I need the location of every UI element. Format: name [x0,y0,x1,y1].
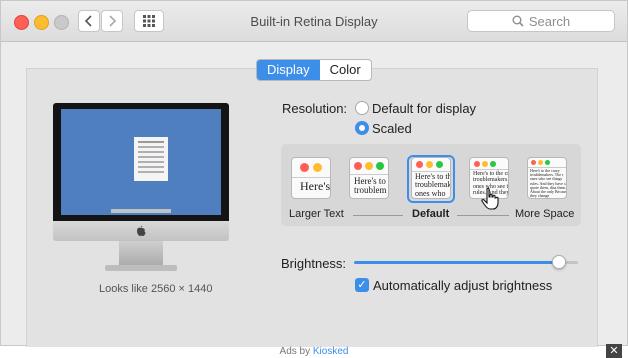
preview-document [134,137,168,181]
brightness-slider-track[interactable] [354,261,578,264]
scale-option-larger-text[interactable]: Here's [291,157,331,199]
scale-preview-text: Here's to troublem [354,176,387,196]
auto-brightness-label[interactable]: Automatically adjust brightness [373,278,552,293]
radio-default-for-display[interactable] [355,101,369,115]
hand-pointer-cursor-icon [481,187,499,210]
scale-label-more-space: More Space [515,208,575,220]
tab-color[interactable]: Color [320,60,371,80]
resolution-caption: Looks like 2560 × 1440 [99,283,213,295]
close-ad-button[interactable]: ✕ [606,344,622,358]
imac-chin [53,221,229,241]
imac-desktop [61,109,221,215]
default-for-display-label[interactable]: Default for display [372,101,476,116]
title-bar: Built-in Retina Display Search [1,1,627,42]
apple-logo-icon [137,225,146,236]
scale-preview-text: Here's to the crazy troublemakers. The r… [530,168,567,199]
ads-brand-link[interactable]: Kiosked [313,346,349,357]
scale-divider-left [353,215,403,216]
brightness-slider-knob[interactable] [552,255,566,269]
brightness-slider-fill [354,261,561,264]
brightness-label: Brightness: [281,256,347,271]
scale-preview-text: Here's [300,179,331,193]
scale-divider-right [457,215,509,216]
display-preferences-window: Built-in Retina Display Search Display C… [0,0,628,347]
imac-stand-base [105,265,177,271]
preview-dock [111,209,171,213]
imac-stand [119,241,163,267]
ads-footer: Ads by Kiosked [0,346,628,357]
resolution-label: Resolution: [282,101,348,116]
magnifier-icon [512,15,524,27]
scale-option-2[interactable]: Here's to troublem [349,157,389,199]
selected-scale-highlight [407,155,455,203]
tab-bar: Display Color [256,59,372,81]
ads-prefix: Ads by [279,346,311,357]
scale-label-larger-text: Larger Text [289,208,344,220]
radio-scaled[interactable] [355,121,369,135]
search-placeholder: Search [528,13,571,29]
scale-option-more-space[interactable]: Here's to the crazy troublemakers. The r… [527,157,567,199]
scaled-label[interactable]: Scaled [372,121,412,136]
search-field[interactable]: Search [467,10,615,32]
tab-display[interactable]: Display [257,60,320,80]
scale-label-default: Default [412,208,450,220]
auto-brightness-checkbox[interactable]: ✓ [355,278,369,292]
